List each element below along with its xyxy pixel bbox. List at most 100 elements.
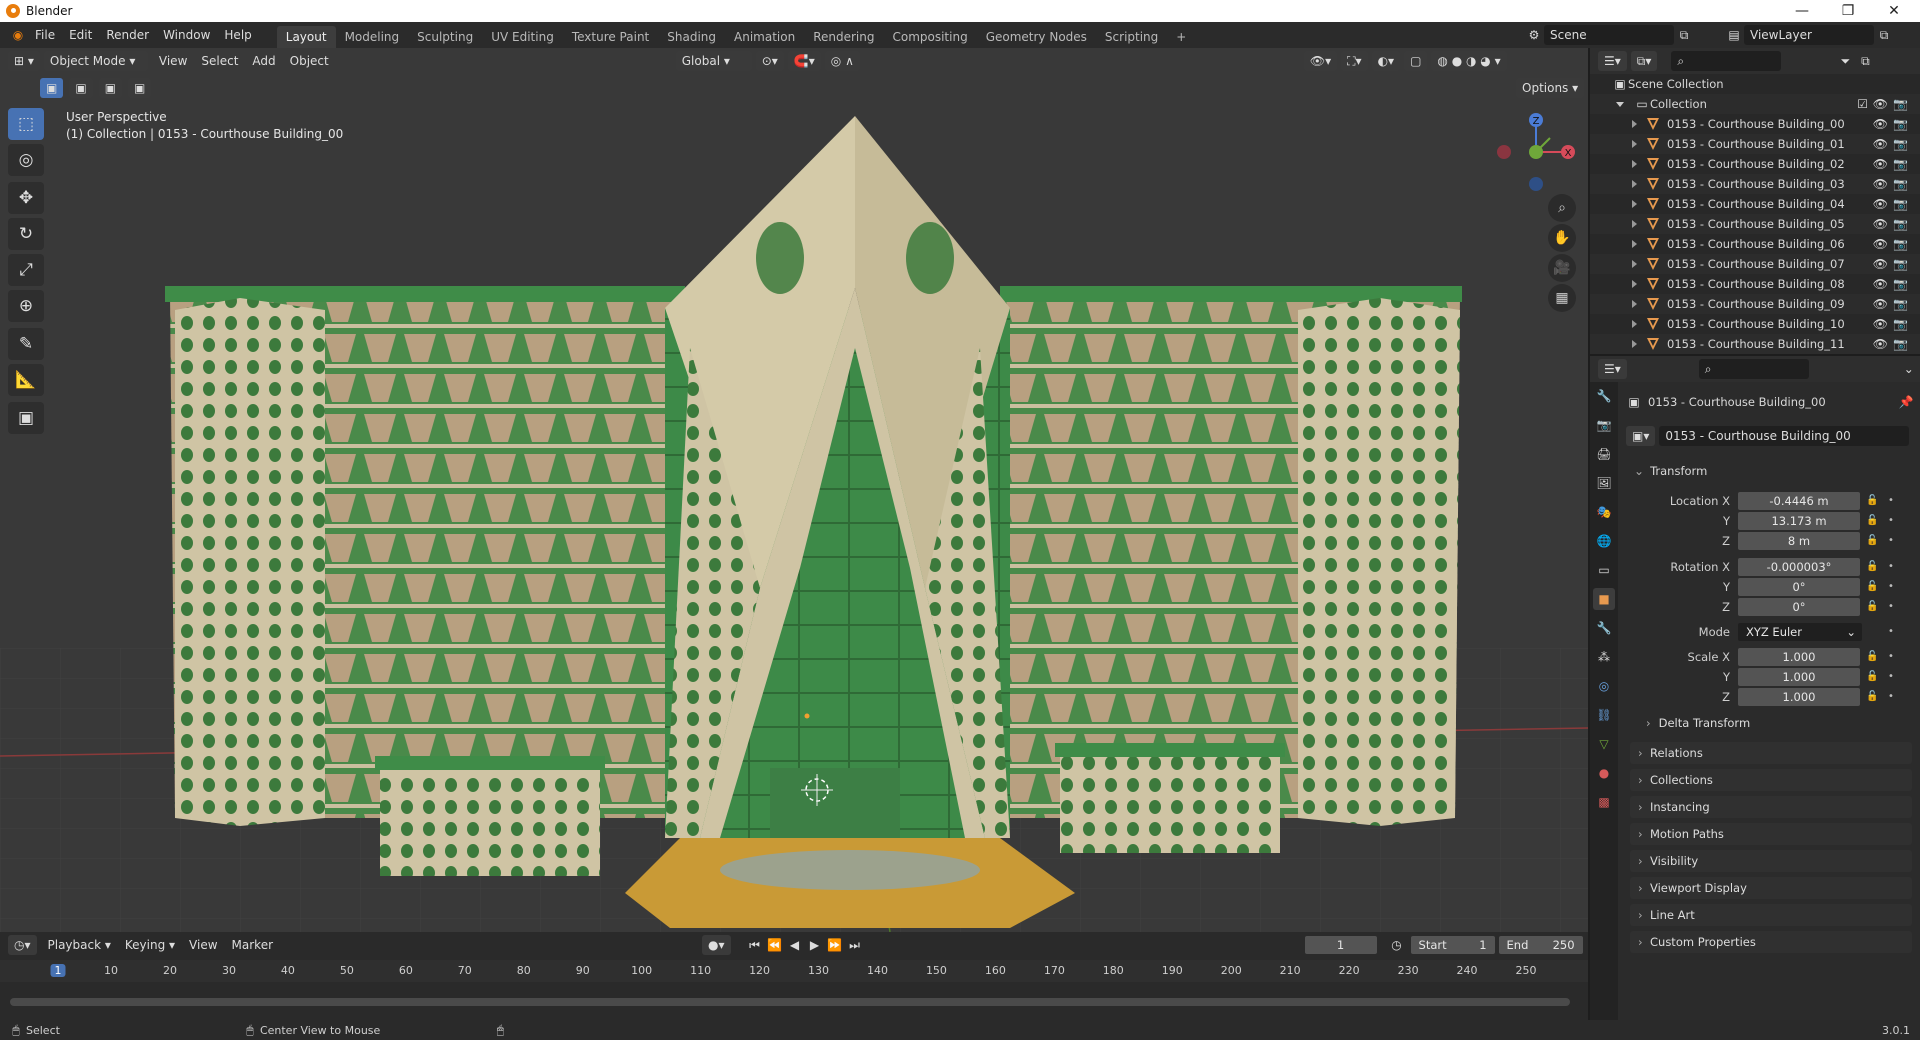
measure-tool[interactable]: 📐 bbox=[8, 364, 44, 396]
pivot-icon[interactable]: ⊙▾ bbox=[755, 51, 784, 71]
select-extend-icon[interactable]: ▣ bbox=[69, 78, 93, 98]
material-tab-icon[interactable]: ● bbox=[1593, 762, 1615, 784]
expand-icon[interactable] bbox=[1632, 260, 1637, 268]
keyframe-dot-icon[interactable]: • bbox=[1888, 581, 1894, 592]
expand-icon[interactable] bbox=[1632, 140, 1637, 148]
world-tab-icon[interactable]: 🌐 bbox=[1593, 530, 1615, 552]
timeline-editor-type-icon[interactable]: ◷▾ bbox=[8, 935, 37, 955]
snap-icon[interactable]: 🧲▾ bbox=[787, 51, 821, 71]
section-custom-properties[interactable]: Custom Properties bbox=[1630, 931, 1912, 953]
eye-icon[interactable]: 👁 bbox=[1873, 137, 1888, 151]
tab-compositing[interactable]: Compositing bbox=[883, 26, 976, 48]
menu-add[interactable]: Add bbox=[245, 54, 282, 68]
tab-animation[interactable]: Animation bbox=[725, 26, 804, 48]
viewlayer-selector[interactable]: ▤ ViewLayer ⧉ bbox=[1724, 25, 1894, 45]
tab-texture-paint[interactable]: Texture Paint bbox=[563, 26, 658, 48]
navigation-gizmo[interactable]: Z X bbox=[1490, 108, 1582, 196]
object-tab-icon[interactable]: ■ bbox=[1593, 588, 1615, 610]
record-icon[interactable]: ●▾ bbox=[702, 935, 731, 955]
orientation-dropdown[interactable]: Global ▾ bbox=[675, 51, 752, 71]
tab-sculpting[interactable]: Sculpting bbox=[408, 26, 482, 48]
expand-icon[interactable] bbox=[1632, 200, 1637, 208]
modifier-tab-icon[interactable]: 🔧 bbox=[1593, 617, 1615, 639]
outliner-item-10[interactable]: 0153 - Courthouse Building_10 👁 📷 bbox=[1590, 314, 1920, 334]
eye-icon[interactable]: 👁 bbox=[1873, 337, 1888, 351]
keyframe-dot-icon[interactable]: • bbox=[1888, 601, 1894, 612]
pan-hand-icon[interactable]: ✋ bbox=[1548, 224, 1576, 252]
data-browse-icon[interactable]: ▣▾ bbox=[1626, 426, 1656, 446]
outliner-editor-type-icon[interactable]: ☰▾ bbox=[1598, 51, 1627, 71]
rotate-tool[interactable]: ↻ bbox=[8, 218, 44, 250]
expand-icon[interactable] bbox=[1632, 280, 1637, 288]
eye-icon[interactable]: 👁 bbox=[1873, 217, 1888, 231]
outliner-item-06[interactable]: 0153 - Courthouse Building_06 👁 📷 bbox=[1590, 234, 1920, 254]
section-line-art[interactable]: Line Art bbox=[1630, 904, 1912, 926]
add-cube-tool[interactable]: ▣ bbox=[8, 402, 44, 434]
outliner-search-input[interactable]: ⌕ bbox=[1671, 51, 1782, 71]
cursor-tool[interactable]: ◎ bbox=[8, 144, 44, 176]
current-frame-field[interactable]: 1 bbox=[1304, 936, 1377, 954]
jump-end-icon[interactable]: ⏭ bbox=[845, 935, 865, 955]
section-relations[interactable]: Relations bbox=[1630, 742, 1912, 764]
keyframe-dot-icon[interactable]: • bbox=[1888, 626, 1894, 637]
timeline-menu-marker[interactable]: Marker bbox=[225, 938, 280, 952]
gizmo-neg-z-icon[interactable] bbox=[1529, 177, 1543, 191]
preview-range-icon[interactable]: ◷ bbox=[1387, 935, 1407, 955]
section-viewport-display[interactable]: Viewport Display bbox=[1630, 877, 1912, 899]
camera-icon[interactable]: 📷 bbox=[1893, 157, 1908, 171]
lock-icon[interactable]: 🔓 bbox=[1866, 495, 1878, 506]
eye-icon[interactable]: 👁 bbox=[1873, 197, 1888, 211]
camera-icon[interactable]: 📷 bbox=[1893, 317, 1908, 331]
view-layer-tab-icon[interactable]: 🖼 bbox=[1593, 472, 1615, 494]
menu-file[interactable]: File bbox=[28, 22, 62, 48]
menu-object[interactable]: Object bbox=[283, 54, 336, 68]
end-frame-field[interactable]: End 250 bbox=[1498, 936, 1583, 954]
lock-icon[interactable]: 🔓 bbox=[1866, 671, 1878, 682]
render-tab-icon[interactable]: 📷 bbox=[1593, 414, 1615, 436]
delta-transform-header[interactable]: › Delta Transform bbox=[1646, 716, 1750, 730]
location-z-field[interactable]: 8 m bbox=[1738, 532, 1860, 550]
output-tab-icon[interactable]: 🖨 bbox=[1593, 443, 1615, 465]
expand-icon[interactable] bbox=[1632, 300, 1637, 308]
transform-collapse-icon[interactable]: ⌄ bbox=[1634, 464, 1644, 478]
visibility-icon[interactable]: 👁▾ bbox=[1303, 51, 1338, 71]
section-collections[interactable]: Collections bbox=[1630, 769, 1912, 791]
lock-icon[interactable]: 🔓 bbox=[1866, 651, 1878, 662]
tab-modeling[interactable]: Modeling bbox=[336, 26, 409, 48]
keyframe-dot-icon[interactable]: • bbox=[1888, 495, 1894, 506]
select-intersect-icon[interactable]: ▣ bbox=[128, 78, 152, 98]
scene-tab-icon[interactable]: 🎭 bbox=[1593, 501, 1615, 523]
maximize-button[interactable]: ❐ bbox=[1828, 0, 1868, 22]
scale-z-field[interactable]: 1.000 bbox=[1738, 688, 1860, 706]
annotate-tool[interactable]: ✎ bbox=[8, 328, 44, 360]
new-scene-icon[interactable]: ⧉ bbox=[1674, 25, 1694, 45]
menu-render[interactable]: Render bbox=[99, 22, 156, 48]
expand-icon[interactable] bbox=[1632, 160, 1637, 168]
physics-tab-icon[interactable]: ◎ bbox=[1593, 675, 1615, 697]
scene-collection-row[interactable]: ▣ Scene Collection bbox=[1590, 74, 1920, 94]
3d-viewport[interactable] bbox=[0, 48, 1588, 932]
outliner-item-04[interactable]: 0153 - Courthouse Building_04 👁 📷 bbox=[1590, 194, 1920, 214]
particles-tab-icon[interactable]: ⁂ bbox=[1593, 646, 1615, 668]
lock-icon[interactable]: 🔓 bbox=[1866, 515, 1878, 526]
camera-icon[interactable]: 📷 bbox=[1893, 97, 1908, 111]
editor-type-button[interactable]: ⊞ ▾ bbox=[8, 51, 40, 71]
timeline-scrollbar[interactable] bbox=[10, 998, 1570, 1006]
collection-checkbox-icon[interactable]: ☑ bbox=[1857, 97, 1868, 111]
keyframe-dot-icon[interactable]: • bbox=[1888, 535, 1894, 546]
start-frame-field[interactable]: Start 1 bbox=[1410, 936, 1495, 954]
new-viewlayer-icon[interactable]: ⧉ bbox=[1874, 25, 1894, 45]
eye-icon[interactable]: 👁 bbox=[1873, 297, 1888, 311]
frame-ruler[interactable]: 1 10 20 30 40 50 60 70 80 90 100 110 120 130 140 150 160… bbox=[0, 960, 1588, 982]
outliner-item-07[interactable]: 0153 - Courthouse Building_07 👁 📷 bbox=[1590, 254, 1920, 274]
keyframe-dot-icon[interactable]: • bbox=[1888, 515, 1894, 526]
expand-icon[interactable] bbox=[1632, 220, 1637, 228]
play-icon[interactable]: ▶ bbox=[805, 935, 825, 955]
select-subtract-icon[interactable]: ▣ bbox=[98, 78, 123, 98]
collection-row[interactable]: ▭ Collection ☑ 👁 📷 bbox=[1590, 94, 1920, 114]
collection-tab-icon[interactable]: ▭ bbox=[1593, 559, 1615, 581]
collection-expand-icon[interactable] bbox=[1616, 101, 1624, 107]
eye-icon[interactable]: 👁 bbox=[1873, 237, 1888, 251]
zoom-icon[interactable]: ⌕ bbox=[1548, 194, 1576, 222]
select-new-icon[interactable]: ▣ bbox=[40, 78, 64, 98]
